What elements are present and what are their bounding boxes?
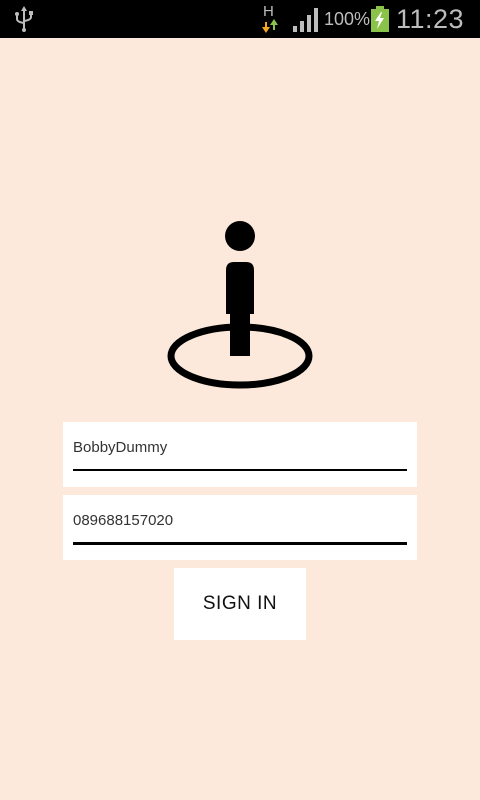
username-card [63, 422, 417, 487]
network-type-indicator: H [260, 4, 280, 34]
username-underline [73, 469, 407, 471]
phone-input[interactable] [73, 505, 407, 535]
person-location-icon [167, 221, 313, 389]
network-type-label: H [263, 3, 274, 20]
phone-card [63, 495, 417, 560]
status-bar: H 100% 11:23 [0, 0, 480, 38]
battery-percentage: 100% [324, 9, 371, 29]
clock: 11:23 [396, 4, 465, 34]
sign-in-button[interactable]: SIGN IN [174, 568, 306, 640]
signal-icon [293, 8, 318, 32]
username-input[interactable] [73, 432, 407, 462]
usb-icon [15, 6, 33, 32]
phone-underline [73, 542, 407, 545]
battery-charging-icon [371, 6, 389, 32]
data-arrows-icon [262, 19, 278, 33]
